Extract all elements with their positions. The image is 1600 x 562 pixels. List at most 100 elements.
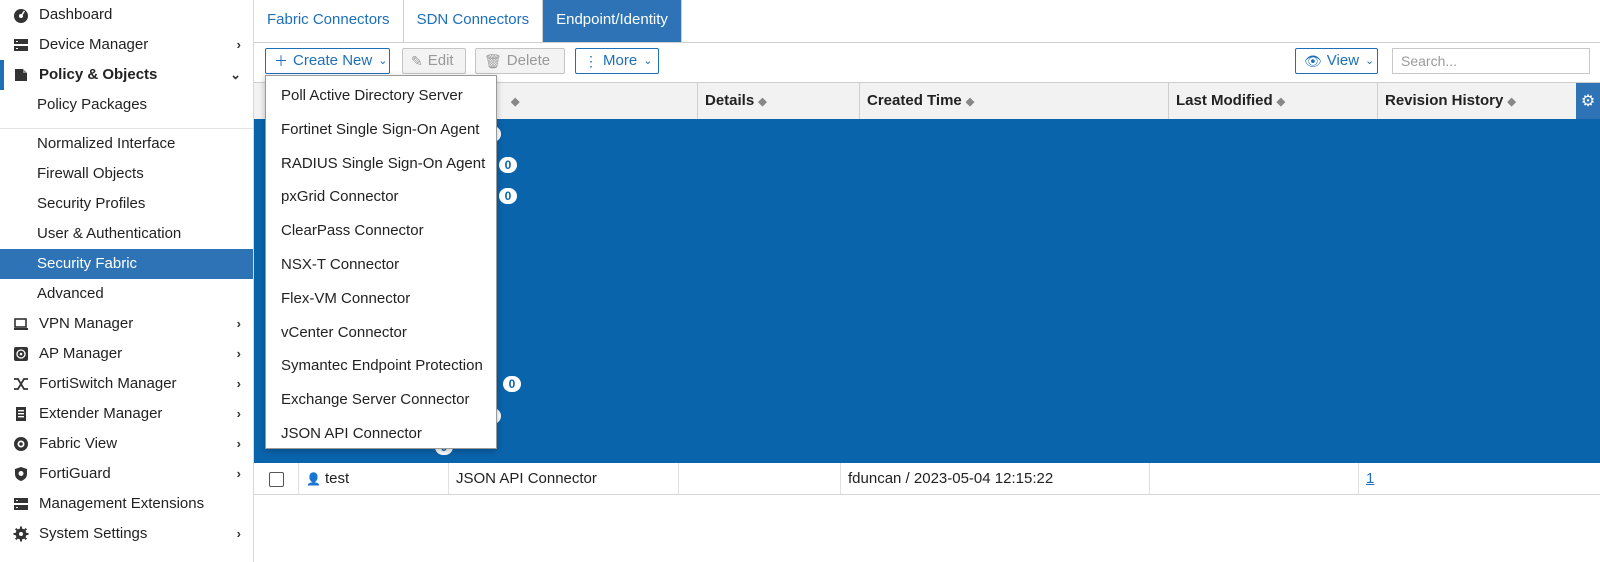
chevron-right-icon: › — [236, 436, 241, 451]
more-button[interactable]: ⋮ More ⌄ — [575, 48, 659, 74]
menu-item-nsx-t-connector[interactable]: NSX-T Connector — [266, 248, 496, 282]
chevron-right-icon: › — [236, 376, 241, 391]
menu-item-exchange-server[interactable]: Exchange Server Connector — [266, 383, 496, 417]
sort-icon: ◆ — [1507, 96, 1516, 108]
column-header-details[interactable]: Details ◆ — [697, 83, 859, 119]
sidebar-subitem-normalized-interface[interactable]: Normalized Interface — [0, 129, 253, 159]
trash-icon: 🗑 — [484, 53, 502, 69]
sidebar-item-label: Extender Manager — [39, 405, 163, 422]
sidebar-item-device-manager[interactable]: Device Manager › — [0, 30, 253, 60]
sidebar-item-vpn-manager[interactable]: VPN Manager › — [0, 309, 253, 339]
column-header-created-time[interactable]: Created Time ◆ — [859, 83, 1168, 119]
fortiswitch-icon — [11, 369, 31, 399]
sidebar-item-label: Policy & Objects — [39, 66, 158, 83]
chevron-down-icon: ⌄ — [378, 55, 388, 67]
sidebar-item-fortiguard[interactable]: FortiGuard › — [0, 459, 253, 489]
chevron-down-icon: ⌄ — [643, 55, 653, 67]
type-cell: JSON API Connector — [448, 463, 678, 494]
tab-sdn-connectors[interactable]: SDN Connectors — [404, 0, 544, 42]
sidebar-item-extender-manager[interactable]: Extender Manager › — [0, 399, 253, 429]
row-checkbox[interactable] — [268, 471, 284, 487]
sidebar-nav: Dashboard Device Manager › Policy & Obje… — [0, 0, 254, 562]
column-header-last-modified[interactable]: Last Modified ◆ — [1168, 83, 1377, 119]
menu-item-pxgrid-connector[interactable]: pxGrid Connector — [266, 180, 496, 214]
chevron-right-icon: › — [236, 316, 241, 331]
delete-button[interactable]: 🗑 Delete — [475, 48, 565, 74]
menu-item-poll-active-directory[interactable]: Poll Active Directory Server — [266, 79, 496, 113]
group-count-badge: 0 — [499, 157, 517, 173]
column-settings-gear-icon[interactable]: ⚙ — [1576, 83, 1600, 119]
row-name: test — [324, 470, 350, 487]
edit-label: Edit — [427, 52, 454, 69]
menu-item-json-api-connector[interactable]: JSON API Connector — [266, 417, 496, 451]
sidebar-item-label: FortiSwitch Manager — [39, 375, 177, 392]
fortiguard-icon — [11, 459, 31, 489]
vpn-manager-icon — [11, 309, 31, 339]
tab-endpoint-identity[interactable]: Endpoint/Identity — [543, 0, 682, 42]
sidebar-item-system-settings[interactable]: System Settings › — [0, 519, 253, 549]
edit-button[interactable]: ✎ Edit — [402, 48, 466, 74]
sidebar-subitem-security-fabric[interactable]: Security Fabric — [0, 249, 253, 279]
sidebar-item-policy-objects[interactable]: Policy & Objects ⌄ — [0, 60, 253, 90]
sidebar-subitem-user-authentication[interactable]: User & Authentication — [0, 219, 253, 249]
sidebar-subitem-security-profiles[interactable]: Security Profiles — [0, 189, 253, 219]
create-new-label: Create New — [293, 52, 373, 69]
column-label: Revision History — [1385, 92, 1504, 109]
sidebar-subitem-policy-packages[interactable]: Policy Packages — [0, 90, 253, 120]
sidebar-item-fabric-view[interactable]: Fabric View › — [0, 429, 253, 459]
tab-fabric-connectors[interactable]: Fabric Connectors — [254, 0, 404, 42]
row-checkbox-cell — [254, 463, 298, 494]
sort-icon: ◆ — [758, 96, 767, 108]
sidebar-subitem-advanced[interactable]: Advanced — [0, 279, 253, 309]
menu-item-vcenter-connector[interactable]: vCenter Connector — [266, 316, 496, 350]
sidebar-item-fortiswitch-manager[interactable]: FortiSwitch Manager › — [0, 369, 253, 399]
column-header-revision-history[interactable]: Revision History ◆ — [1377, 83, 1587, 119]
menu-item-radius-sso-agent[interactable]: RADIUS Single Sign-On Agent — [266, 147, 496, 181]
menu-item-clearpass-connector[interactable]: ClearPass Connector — [266, 214, 496, 248]
sidebar-item-dashboard[interactable]: Dashboard — [0, 0, 253, 30]
policy-objects-icon — [11, 60, 31, 90]
sidebar-item-management-extensions[interactable]: Management Extensions — [0, 489, 253, 519]
search-input[interactable] — [1392, 48, 1590, 74]
view-button[interactable]: 👁 View ⌄ — [1295, 48, 1378, 74]
edit-icon: ✎ — [411, 53, 423, 69]
group-count-badge: 0 — [499, 188, 517, 204]
sidebar-item-label: Device Manager — [39, 36, 149, 53]
chevron-right-icon: › — [236, 526, 241, 541]
menu-item-flex-vm-connector[interactable]: Flex-VM Connector — [266, 282, 496, 316]
table-row[interactable]: 👤 test JSON API Connector fduncan / 2023-… — [254, 463, 1600, 495]
delete-label: Delete — [506, 52, 551, 69]
revision-history-cell: 1 — [1358, 463, 1600, 494]
sort-icon: ◆ — [511, 96, 520, 108]
group-count-badge: 0 — [503, 376, 521, 392]
column-header-type[interactable]: ◆ — [504, 83, 697, 119]
sidebar-item-label: Management Extensions — [39, 495, 205, 512]
sidebar-item-label: System Settings — [39, 525, 148, 542]
column-label: Created Time — [867, 92, 962, 109]
menu-item-fortinet-sso-agent[interactable]: Fortinet Single Sign-On Agent — [266, 113, 496, 147]
details-cell — [678, 463, 840, 494]
management-extensions-icon — [11, 489, 31, 519]
chevron-right-icon: › — [236, 466, 241, 481]
chevron-right-icon: › — [236, 37, 241, 52]
menu-item-symantec-endpoint[interactable]: Symantec Endpoint Protection — [266, 349, 496, 383]
column-label: Last Modified — [1176, 92, 1273, 109]
create-new-dropdown: Poll Active Directory Server Fortinet Si… — [265, 75, 497, 449]
fabric-view-icon — [11, 429, 31, 459]
sidebar-subitem-firewall-objects[interactable]: Firewall Objects — [0, 159, 253, 189]
chevron-right-icon: › — [236, 406, 241, 421]
chevron-down-icon: ⌄ — [1365, 55, 1375, 67]
created-time-cell: fduncan / 2023-05-04 12:15:22 — [840, 463, 1149, 494]
ap-manager-icon — [11, 339, 31, 369]
sidebar-item-label: FortiGuard — [39, 465, 111, 482]
sort-icon: ◆ — [965, 96, 975, 108]
user-icon: 👤 — [306, 472, 321, 486]
sidebar-item-label: Dashboard — [39, 6, 113, 23]
name-cell: 👤 test — [298, 463, 448, 494]
eye-icon: 👁 — [1304, 53, 1322, 69]
revision-link[interactable]: 1 — [1366, 470, 1374, 487]
column-label: Details — [705, 92, 755, 109]
sidebar-item-ap-manager[interactable]: AP Manager › — [0, 339, 253, 369]
sidebar-item-label: VPN Manager — [39, 315, 134, 332]
create-new-button[interactable]: ＋ Create New ⌄ — [265, 48, 390, 74]
